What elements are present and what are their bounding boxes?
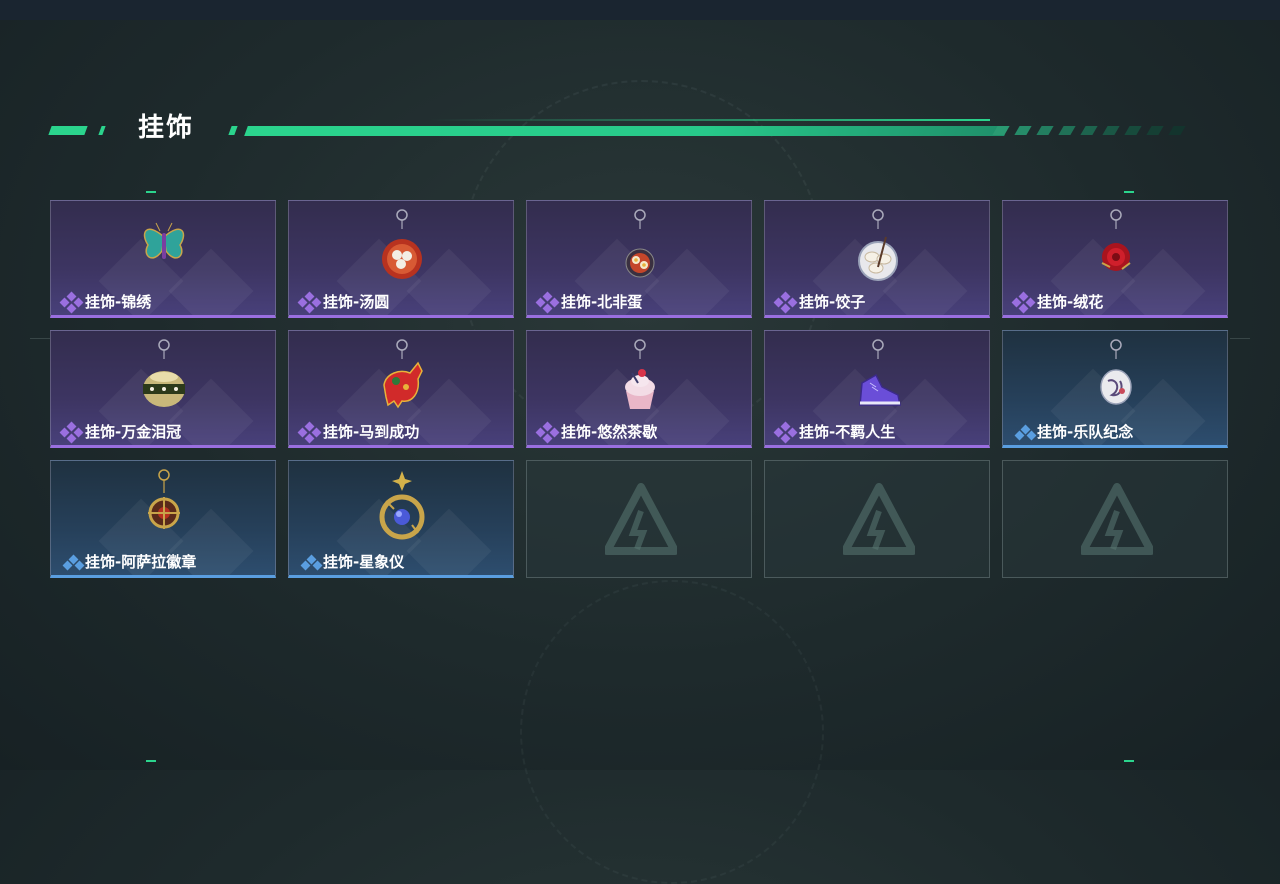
band-badge-charm-icon [1086,337,1146,417]
item-card[interactable]: 挂饰-星象仪 [288,460,514,578]
item-name: 挂饰-乐队纪念 [1037,423,1134,441]
item-name: 挂饰-汤圆 [323,293,390,311]
item-card[interactable]: 挂饰-汤圆 [288,200,514,318]
item-name: 挂饰-阿萨拉徽章 [85,553,197,571]
rare-rarity-icon [299,553,323,571]
header-dash [48,126,88,135]
header-bar [244,126,1008,136]
section-header: 挂饰 [48,110,1210,146]
top-band [0,0,1280,20]
epic-rarity-icon [297,291,322,314]
delta-logo-icon [1079,483,1155,555]
sneaker-charm-icon [848,337,908,417]
item-name: 挂饰-不羁人生 [799,423,896,441]
item-card[interactable]: 挂饰-绒花 [1002,200,1228,318]
butterfly-charm-icon [134,207,194,287]
background-ring [520,580,824,884]
delta-logo-icon [603,483,679,555]
epic-rarity-icon [1011,291,1036,314]
asala-emblem-charm-icon [134,467,194,547]
item-name: 挂饰-饺子 [799,293,866,311]
item-card[interactable]: 挂饰-锦绣 [50,200,276,318]
side-guide-line [30,338,50,339]
item-card[interactable]: 挂饰-不羁人生 [764,330,990,448]
dumplings-charm-icon [848,207,908,287]
crown-charm-icon [134,337,194,417]
side-guide-line [1230,338,1250,339]
item-card[interactable]: 挂饰-乐队纪念 [1002,330,1228,448]
item-card[interactable]: 挂饰-悠然茶歇 [526,330,752,448]
shakshuka-charm-icon [610,207,670,287]
velvet-flower-charm-icon [1086,207,1146,287]
corner-tick [1124,191,1134,193]
header-checker-pattern [992,126,1205,144]
epic-rarity-icon [535,291,560,314]
corner-tick [146,760,156,762]
rare-rarity-icon [1013,423,1037,441]
rare-rarity-icon [61,553,85,571]
item-name: 挂饰-马到成功 [323,423,420,441]
item-card[interactable]: 挂饰-万金泪冠 [50,330,276,448]
epic-rarity-icon [535,421,560,444]
epic-rarity-icon [59,421,84,444]
item-name: 挂饰-北非蛋 [561,293,643,311]
epic-rarity-icon [773,421,798,444]
item-name: 挂饰-星象仪 [323,553,405,571]
delta-logo-icon [841,483,917,555]
section-title: 挂饰 [138,113,195,143]
corner-tick [146,191,156,193]
epic-rarity-icon [59,291,84,314]
item-name: 挂饰-锦绣 [85,293,152,311]
header-dash [228,126,238,135]
item-card[interactable]: 挂饰-马到成功 [288,330,514,448]
epic-rarity-icon [297,421,322,444]
cupcake-charm-icon [610,337,670,417]
corner-tick [1124,760,1134,762]
item-card[interactable]: 挂饰-北非蛋 [526,200,752,318]
header-dash [98,126,106,135]
empty-slot[interactable] [764,460,990,578]
empty-slot[interactable] [1002,460,1228,578]
item-name: 挂饰-悠然茶歇 [561,423,658,441]
empty-slot[interactable] [526,460,752,578]
epic-rarity-icon [773,291,798,314]
astrolabe-charm-icon [372,467,432,547]
item-card[interactable]: 挂饰-阿萨拉徽章 [50,460,276,578]
horse-charm-icon [372,337,432,417]
item-name: 挂饰-绒花 [1037,293,1104,311]
item-name: 挂饰-万金泪冠 [85,423,182,441]
item-card[interactable]: 挂饰-饺子 [764,200,990,318]
tangyuan-bowl-charm-icon [372,207,432,287]
header-thin-line [430,119,990,121]
